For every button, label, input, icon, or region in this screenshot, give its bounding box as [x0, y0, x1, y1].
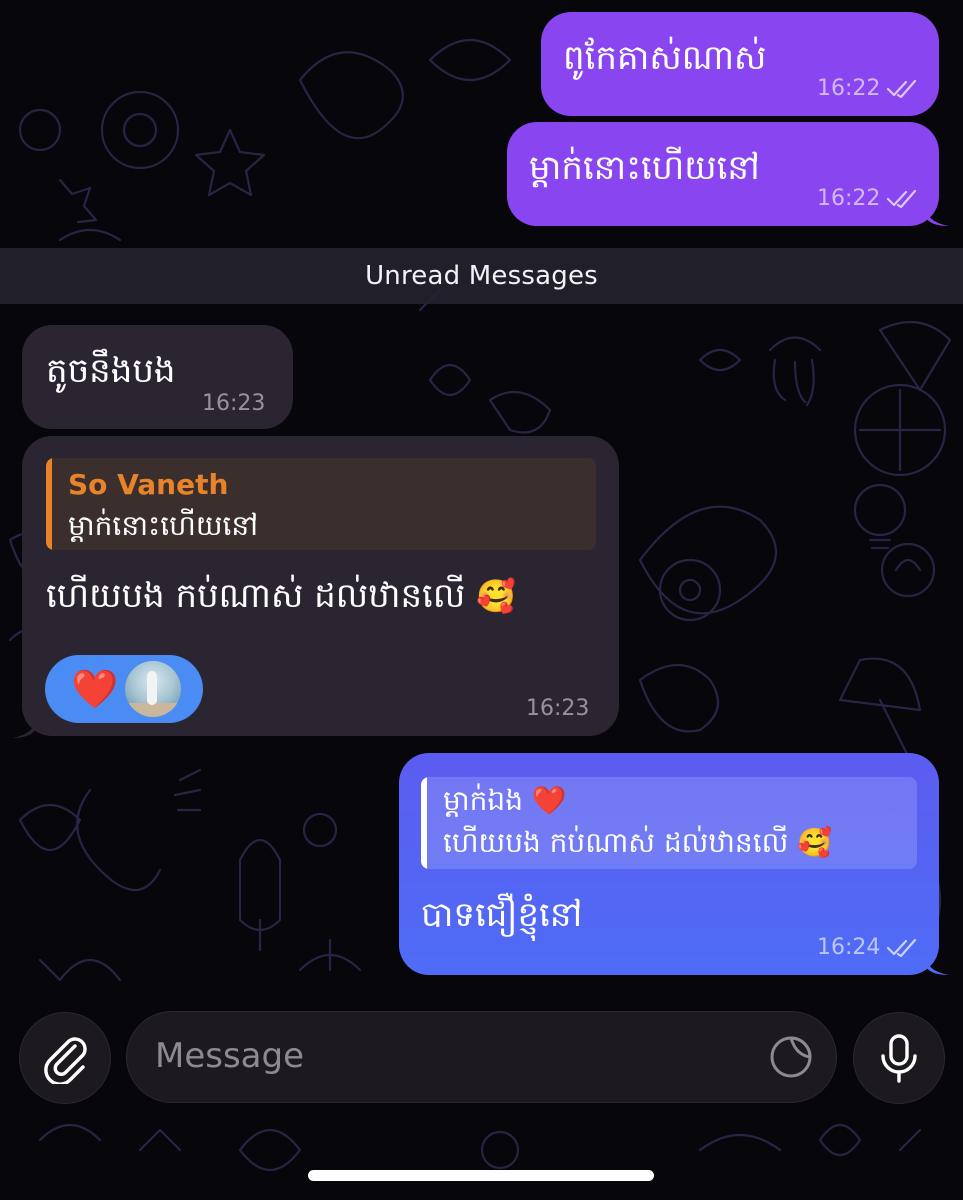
red-heart-icon: ❤️ — [531, 784, 567, 817]
bubble-tail — [925, 204, 949, 226]
reply-quoted-text: ហើយបង កប់ណាស់ ដល់ឋានលើ 🥰 — [443, 826, 833, 859]
paperclip-icon — [44, 1037, 87, 1084]
outgoing-message[interactable]: ពូកែគាស់ណាស់ 16:22 — [541, 12, 939, 116]
sticker-icon[interactable] — [768, 1034, 814, 1080]
message-time: 16:22 — [817, 76, 881, 101]
message-meta: 16:22 — [817, 186, 918, 211]
outgoing-reply-message[interactable]: ម្ដាក់ឯង ❤️ ហើយបង កប់ណាស់ ដល់ឋានលើ 🥰 បាទ… — [399, 753, 939, 975]
reply-quoted-text: ម្ដាក់នោះហើយនៅ — [68, 509, 259, 542]
read-checkmarks-icon — [886, 189, 918, 208]
home-indicator[interactable] — [308, 1170, 654, 1181]
reply-preview[interactable]: So Vaneth ម្ដាក់នោះហើយនៅ — [46, 458, 596, 550]
bubble-tail — [12, 716, 36, 738]
microphone-icon — [881, 1034, 917, 1083]
outgoing-message[interactable]: ម្ដាក់នោះហើយនៅ 16:22 — [507, 122, 939, 226]
reaction-chip[interactable]: ❤️ — [45, 655, 203, 723]
message-body: ហើយបង កប់ណាស់ ដល់ឋានលើ — [46, 576, 466, 616]
reply-preview[interactable]: ម្ដាក់ឯង ❤️ ហើយបង កប់ណាស់ ដល់ឋានលើ 🥰 — [421, 777, 917, 869]
reactor-avatar[interactable] — [125, 661, 181, 717]
message-meta: 16:22 — [817, 76, 918, 101]
heart-icon: ❤️ — [71, 667, 119, 711]
attach-button[interactable] — [19, 1012, 111, 1104]
smiling-face-with-hearts-icon: 🥰 — [797, 826, 833, 859]
read-checkmarks-icon — [886, 79, 918, 98]
message-time: 16:23 — [202, 391, 266, 416]
reply-accent-bar — [421, 777, 427, 869]
message-text: ម្ដាក់នោះហើយនៅ — [529, 148, 760, 188]
reply-sender-name: ម្ដាក់ឯង ❤️ — [443, 784, 567, 817]
message-time: 16:24 — [817, 935, 881, 960]
reply-accent-bar — [46, 458, 52, 550]
message-meta: 16:24 — [817, 935, 918, 960]
message-text: តូចនឹងបង — [46, 351, 176, 391]
voice-record-button[interactable] — [853, 1012, 945, 1104]
message-time: 16:22 — [817, 186, 881, 211]
incoming-message[interactable]: តូចនឹងបង 16:23 — [22, 325, 293, 429]
unread-messages-divider: Unread Messages — [0, 248, 963, 304]
smiling-face-with-hearts-icon: 🥰 — [476, 577, 516, 615]
bubble-tail — [925, 953, 949, 975]
read-checkmarks-icon — [886, 938, 918, 957]
message-text: ហើយបង កប់ណាស់ ដល់ឋានលើ 🥰 — [46, 576, 516, 616]
message-text: បាទជឿខ្ញុំនៅ — [421, 895, 583, 935]
message-text: ពូកែគាស់ណាស់ — [563, 38, 767, 78]
message-input[interactable]: Message — [126, 1011, 837, 1103]
message-time: 16:23 — [526, 696, 590, 721]
reply-sender-name: So Vaneth — [68, 468, 229, 501]
message-placeholder: Message — [155, 1036, 305, 1076]
